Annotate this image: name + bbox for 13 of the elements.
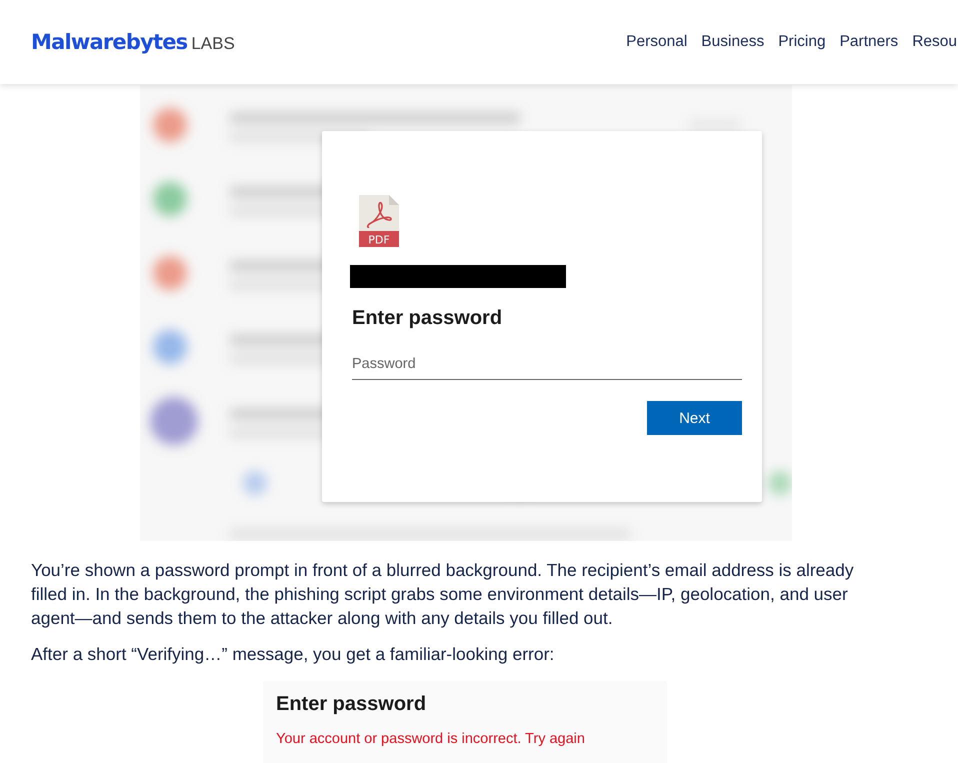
nav-link[interactable]: Partners [840, 33, 898, 51]
nav-link[interactable]: Resou [912, 33, 957, 51]
body-paragraph: After a short “Verifying…” message, you get a familiar-looking error: [31, 643, 556, 666]
nav-link[interactable]: Business [701, 33, 764, 51]
dialog-title: Enter password [276, 693, 428, 716]
error-message: Your account or password is incorrect. Try again [276, 731, 586, 747]
dialog-title: Enter password [352, 307, 504, 330]
pdf-file-icon: PDF [357, 193, 401, 249]
nav-link[interactable]: Personal [626, 33, 688, 51]
body-paragraph: You’re shown a password prompt in front of a blurred background. The recipient’s email address is already filled in. In the background, the phishing script grabs some environment details—IP, geolocation, and user agent—and sends them to the attacker along with any details you filled out. [31, 559, 855, 630]
nav-link[interactable]: Pricing [778, 33, 826, 51]
next-button[interactable]: Next [647, 401, 742, 435]
site-logo[interactable]: Malwarebytes LABS [31, 30, 235, 54]
